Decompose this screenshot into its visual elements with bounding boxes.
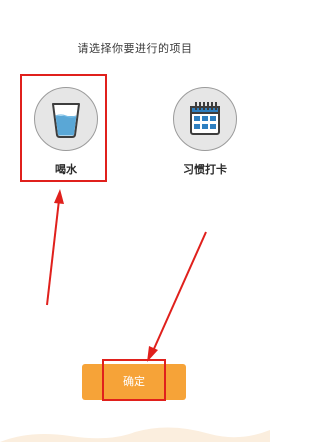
footer-decoration bbox=[0, 427, 270, 442]
arrow-to-confirm bbox=[152, 231, 207, 352]
arrow-head-water bbox=[54, 189, 64, 204]
annotation-arrows bbox=[46, 189, 207, 362]
arrow-to-water bbox=[46, 199, 60, 306]
arrow-head-confirm bbox=[147, 346, 158, 362]
